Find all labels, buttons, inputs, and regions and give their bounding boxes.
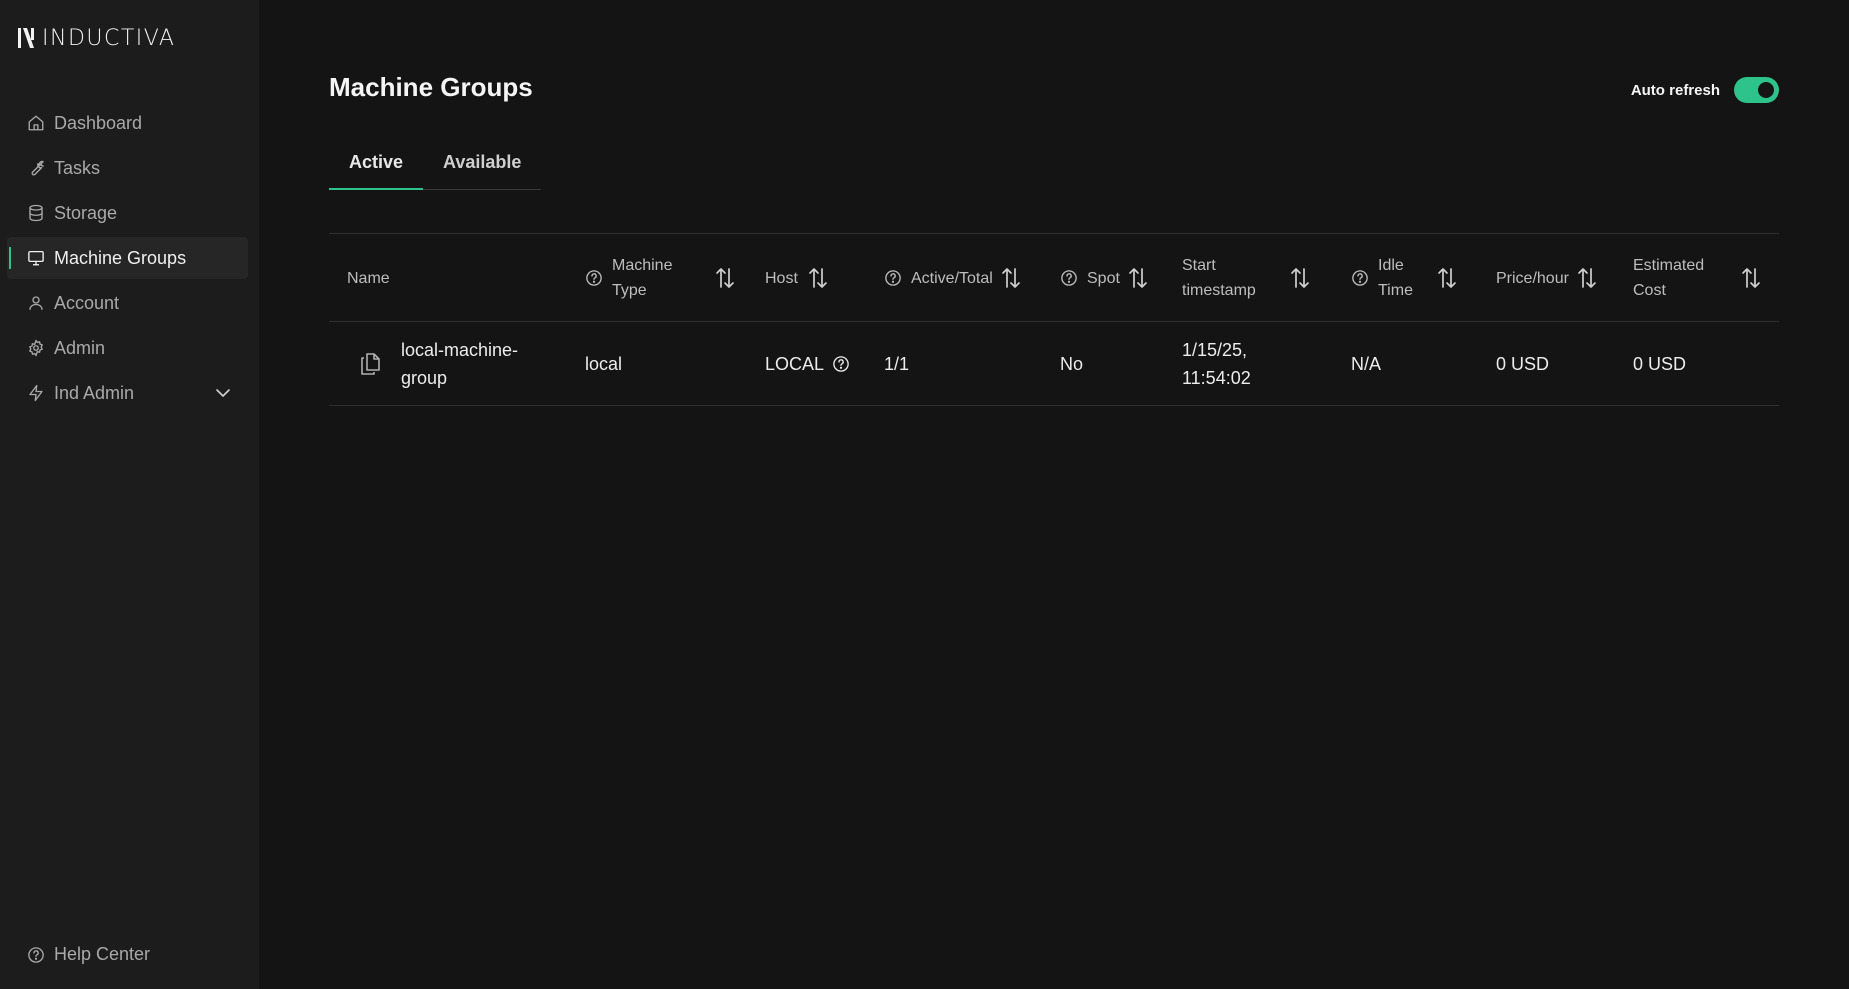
chevron-down-icon[interactable]: [214, 384, 232, 402]
cell-price-hour: 0 USD: [1496, 354, 1550, 374]
sidebar-item-admin[interactable]: Admin: [7, 327, 248, 369]
sidebar-item-label: Tasks: [54, 157, 101, 178]
column-header-idle-time: Idle Time: [1351, 234, 1457, 322]
sidebar-item-label: Dashboard: [54, 112, 143, 133]
column-header-host: Host: [765, 234, 828, 322]
logo-text: INDUCTIVA: [42, 25, 176, 51]
inductiva-logo-icon: [18, 28, 34, 48]
cell-idle-time: N/A: [1351, 354, 1382, 374]
sidebar: INDUCTIVA Dashboard Tasks Storage Machin…: [0, 0, 259, 989]
help-circle-icon[interactable]: [1351, 269, 1369, 287]
auto-refresh-toggle[interactable]: [1734, 77, 1779, 103]
table-header: Name Machine Type Host Active/Total Spot…: [329, 234, 1779, 322]
sidebar-nav: Dashboard Tasks Storage Machine Groups A…: [7, 102, 248, 417]
column-label: Spot: [1087, 269, 1120, 287]
column-label: Idle Time: [1378, 257, 1413, 299]
help-circle-icon[interactable]: [1060, 269, 1078, 287]
wrench-icon: [31, 160, 44, 176]
sort-icon[interactable]: [1001, 267, 1021, 289]
table-row[interactable]: local-machine-group local LOCAL 1/1 No 1…: [329, 322, 1779, 406]
sidebar-item-account[interactable]: Account: [7, 282, 248, 324]
machine-group-name[interactable]: local-machine-group: [401, 336, 541, 392]
copy-icon[interactable]: [359, 352, 381, 376]
sidebar-item-dashboard[interactable]: Dashboard: [7, 102, 248, 144]
column-label: Machine Type: [612, 257, 673, 299]
column-header-estimated-cost: Estimated Cost: [1633, 234, 1761, 322]
sort-icon[interactable]: [1128, 267, 1148, 289]
sort-icon[interactable]: [808, 267, 828, 289]
help-center-label: Help Center: [54, 944, 151, 964]
sort-icon[interactable]: [1437, 267, 1457, 289]
toggle-knob: [1758, 82, 1774, 98]
column-header-start-timestamp: Start timestamp: [1182, 234, 1310, 322]
column-label: Estimated Cost: [1633, 257, 1705, 299]
column-label: Host: [765, 269, 798, 287]
cell-name: local-machine-group: [359, 322, 541, 406]
column-header-name: Name: [347, 234, 390, 322]
cell-active-total: 1/1: [884, 354, 910, 374]
sidebar-item-storage[interactable]: Storage: [7, 192, 248, 234]
sidebar-item-machine-groups[interactable]: Machine Groups: [7, 237, 248, 279]
sidebar-item-tasks[interactable]: Tasks: [7, 147, 248, 189]
cell-machine-type: local: [585, 354, 623, 374]
column-header-spot: Spot: [1060, 234, 1148, 322]
home-icon: [28, 115, 44, 131]
monitor-icon: [28, 250, 44, 266]
sidebar-item-ind-admin[interactable]: Ind Admin: [7, 372, 248, 414]
sort-icon[interactable]: [1741, 267, 1761, 289]
sidebar-item-label: Account: [54, 292, 120, 313]
tab-active[interactable]: Active: [329, 144, 424, 190]
column-header-machine-type: Machine Type: [585, 234, 735, 322]
database-icon: [29, 204, 43, 222]
logo[interactable]: INDUCTIVA: [18, 25, 176, 51]
cell-estimated-cost: 0 USD: [1633, 354, 1687, 374]
cell-host: LOCAL: [765, 322, 850, 406]
help-circle-icon: [28, 946, 44, 963]
column-label: Price/hour: [1496, 269, 1569, 287]
sort-icon[interactable]: [715, 267, 735, 289]
column-label: Start timestamp: [1182, 257, 1256, 299]
sort-icon[interactable]: [1577, 267, 1597, 289]
help-circle-icon[interactable]: [884, 269, 902, 287]
sidebar-item-label: Ind Admin: [54, 382, 135, 403]
column-label: Name: [347, 269, 390, 287]
sidebar-item-label: Storage: [54, 202, 118, 223]
column-label: Active/Total: [911, 269, 993, 287]
sidebar-item-label: Machine Groups: [54, 247, 187, 268]
bolt-icon: [29, 384, 43, 402]
auto-refresh-label: Auto refresh: [1630, 81, 1720, 99]
machine-groups-table: Name Machine Type Host Active/Total Spot…: [329, 233, 1779, 406]
cell-start-timestamp: 1/15/25, 11:54:02: [1182, 340, 1251, 388]
help-center-link[interactable]: Help Center: [27, 944, 150, 965]
help-circle-icon[interactable]: [585, 269, 603, 287]
column-header-price-hour: Price/hour: [1496, 234, 1597, 322]
auto-refresh: Auto refresh: [1631, 77, 1779, 103]
sort-icon[interactable]: [1290, 267, 1310, 289]
host-value: LOCAL: [765, 354, 825, 374]
gear-icon: [29, 339, 43, 357]
page-title: Machine Groups: [329, 72, 533, 102]
cell-spot: No: [1060, 354, 1084, 374]
user-icon: [29, 296, 43, 310]
tab-available[interactable]: Available: [423, 144, 541, 190]
help-circle-icon[interactable]: [832, 355, 850, 373]
sidebar-item-label: Admin: [54, 337, 106, 358]
column-header-active-total: Active/Total: [884, 234, 1021, 322]
tabs: Active Available: [329, 144, 541, 190]
